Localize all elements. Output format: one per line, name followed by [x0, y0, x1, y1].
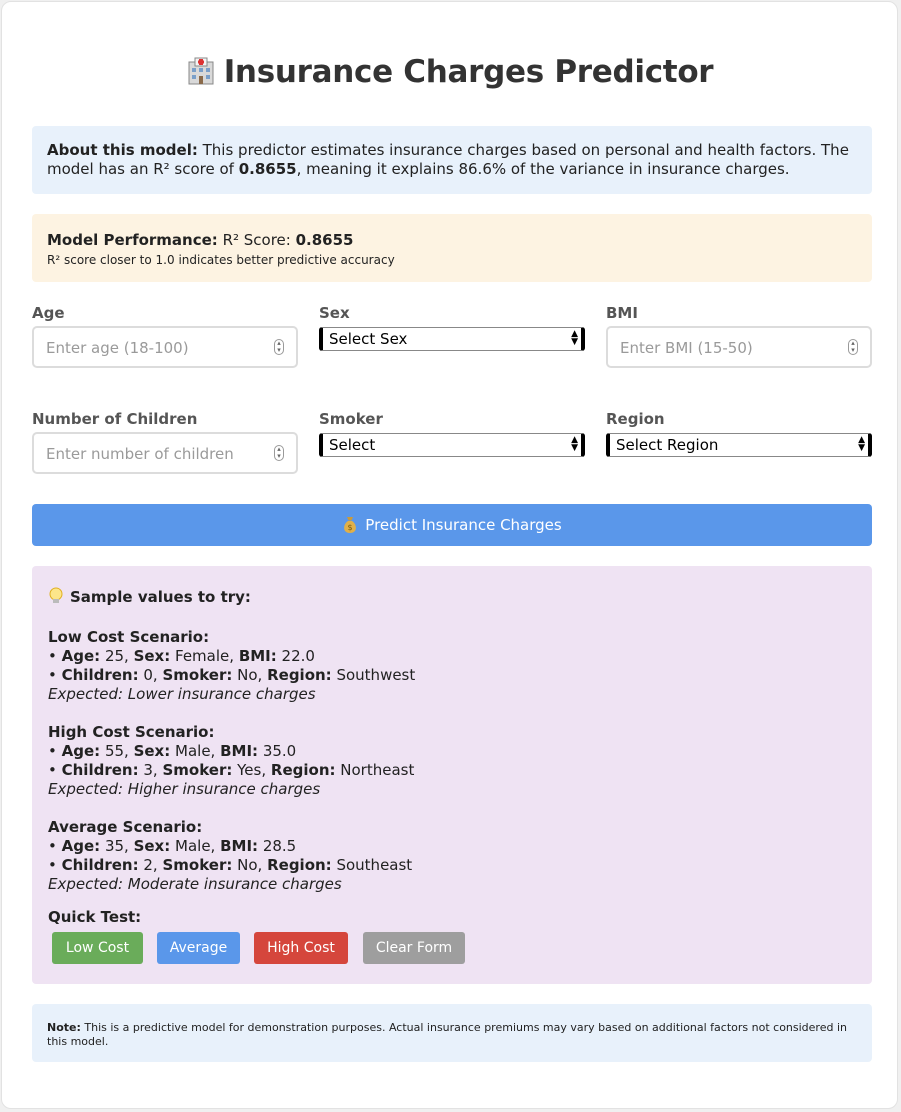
- scenario-line-2: • Children: 2, Smoker: No, Region: South…: [48, 856, 413, 874]
- clear-form-label: Clear Form: [375, 939, 453, 956]
- note-box: Note: This is a predictive model for dem…: [32, 1004, 872, 1062]
- scenario-line-2: • Children: 0, Smoker: No, Region: South…: [48, 666, 416, 684]
- scenario-expected: Expected: Moderate insurance charges: [48, 875, 342, 893]
- scenario-expected: Expected: Higher insurance charges: [48, 780, 321, 798]
- select-arrows-icon: ▲ ▼: [571, 329, 578, 347]
- svg-text:$: $: [348, 523, 353, 532]
- quick-test-label: Quick Test:: [48, 908, 142, 926]
- performance-note: R² score closer to 1.0 indicates better …: [47, 253, 395, 267]
- region-select[interactable]: Select Region ▲ ▼: [606, 433, 872, 457]
- age-label: Age: [32, 304, 65, 322]
- spinner-icon[interactable]: ▴ ▾: [274, 445, 284, 461]
- samples-header-text: Sample values to try:: [70, 588, 251, 606]
- smoker-label: Smoker: [319, 410, 383, 428]
- scenario-line-2: • Children: 3, Smoker: Yes, Region: Nort…: [48, 761, 415, 779]
- about-score: 0.8655: [238, 160, 297, 178]
- score-label: R² Score:: [217, 231, 296, 249]
- spinner-icon[interactable]: ▴ ▾: [274, 339, 284, 355]
- average-button[interactable]: Average: [157, 932, 240, 964]
- samples-box: Sample values to try: Low Cost Scenario:…: [32, 566, 872, 984]
- page-title: Insurance Charges Predictor: [2, 54, 897, 90]
- bmi-label: BMI: [606, 304, 638, 322]
- about-label: About this model:: [47, 141, 198, 159]
- region-label: Region: [606, 410, 665, 428]
- score-value: 0.8655: [295, 231, 354, 249]
- predictor-card: Insurance Charges Predictor About this m…: [1, 1, 898, 1109]
- bmi-placeholder: Enter BMI (15-50): [620, 339, 753, 357]
- children-placeholder: Enter number of children: [46, 445, 234, 463]
- low-cost-label: Low Cost: [65, 939, 130, 956]
- title-text: Insurance Charges Predictor: [223, 54, 714, 90]
- high-cost-button[interactable]: High Cost: [254, 932, 348, 964]
- about-box: About this model: This predictor estimat…: [32, 126, 872, 194]
- region-select-value: Select Region: [616, 436, 719, 454]
- sex-label: Sex: [319, 304, 350, 322]
- average-label: Average: [169, 939, 228, 956]
- smoker-select[interactable]: Select ▲ ▼: [319, 433, 585, 457]
- scenario-title: Low Cost Scenario:: [48, 628, 210, 646]
- scenario-high: High Cost Scenario: • Age: 55, Sex: Male…: [48, 723, 414, 799]
- scenario-expected: Expected: Lower insurance charges: [48, 685, 316, 703]
- performance-label: Model Performance:: [47, 231, 218, 249]
- children-label: Number of Children: [32, 410, 198, 428]
- scenario-line-1: • Age: 25, Sex: Female, BMI: 22.0: [48, 647, 315, 665]
- predict-button-label: Predict Insurance Charges: [365, 516, 562, 534]
- predict-button[interactable]: $ Predict Insurance Charges: [32, 504, 872, 546]
- scenario-average: Average Scenario: • Age: 35, Sex: Male, …: [48, 818, 412, 894]
- low-cost-button[interactable]: Low Cost: [52, 932, 143, 964]
- about-text-2: , meaning it explains 86.6% of the varia…: [296, 160, 790, 178]
- note-text: This is a predictive model for demonstra…: [47, 1021, 847, 1048]
- age-placeholder: Enter age (18-100): [46, 339, 189, 357]
- light-bulb-icon: [49, 587, 63, 603]
- clear-form-button[interactable]: Clear Form: [363, 932, 465, 964]
- scenario-line-1: • Age: 55, Sex: Male, BMI: 35.0: [48, 742, 297, 760]
- select-arrows-icon: ▲ ▼: [858, 435, 865, 453]
- money-bag-icon: $: [344, 517, 357, 533]
- scenario-low: Low Cost Scenario: • Age: 25, Sex: Femal…: [48, 628, 415, 704]
- high-cost-label: High Cost: [267, 939, 335, 956]
- note-label: Note:: [47, 1021, 81, 1034]
- spinner-icon[interactable]: ▴ ▾: [848, 339, 858, 355]
- sex-select-value: Select Sex: [329, 330, 408, 348]
- scenario-title: High Cost Scenario:: [48, 723, 215, 741]
- performance-box: Model Performance: R² Score: 0.8655 R² s…: [32, 214, 872, 282]
- scenario-line-1: • Age: 35, Sex: Male, BMI: 28.5: [48, 837, 297, 855]
- sex-select[interactable]: Select Sex ▲ ▼: [319, 327, 585, 351]
- children-input[interactable]: Enter number of children ▴ ▾: [32, 432, 298, 474]
- smoker-select-value: Select: [329, 436, 376, 454]
- bmi-input[interactable]: Enter BMI (15-50) ▴ ▾: [606, 326, 872, 368]
- hospital-icon: [188, 57, 214, 85]
- select-arrows-icon: ▲ ▼: [571, 435, 578, 453]
- scenario-title: Average Scenario:: [48, 818, 203, 836]
- age-input[interactable]: Enter age (18-100) ▴ ▾: [32, 326, 298, 368]
- samples-header: Sample values to try:: [48, 587, 251, 607]
